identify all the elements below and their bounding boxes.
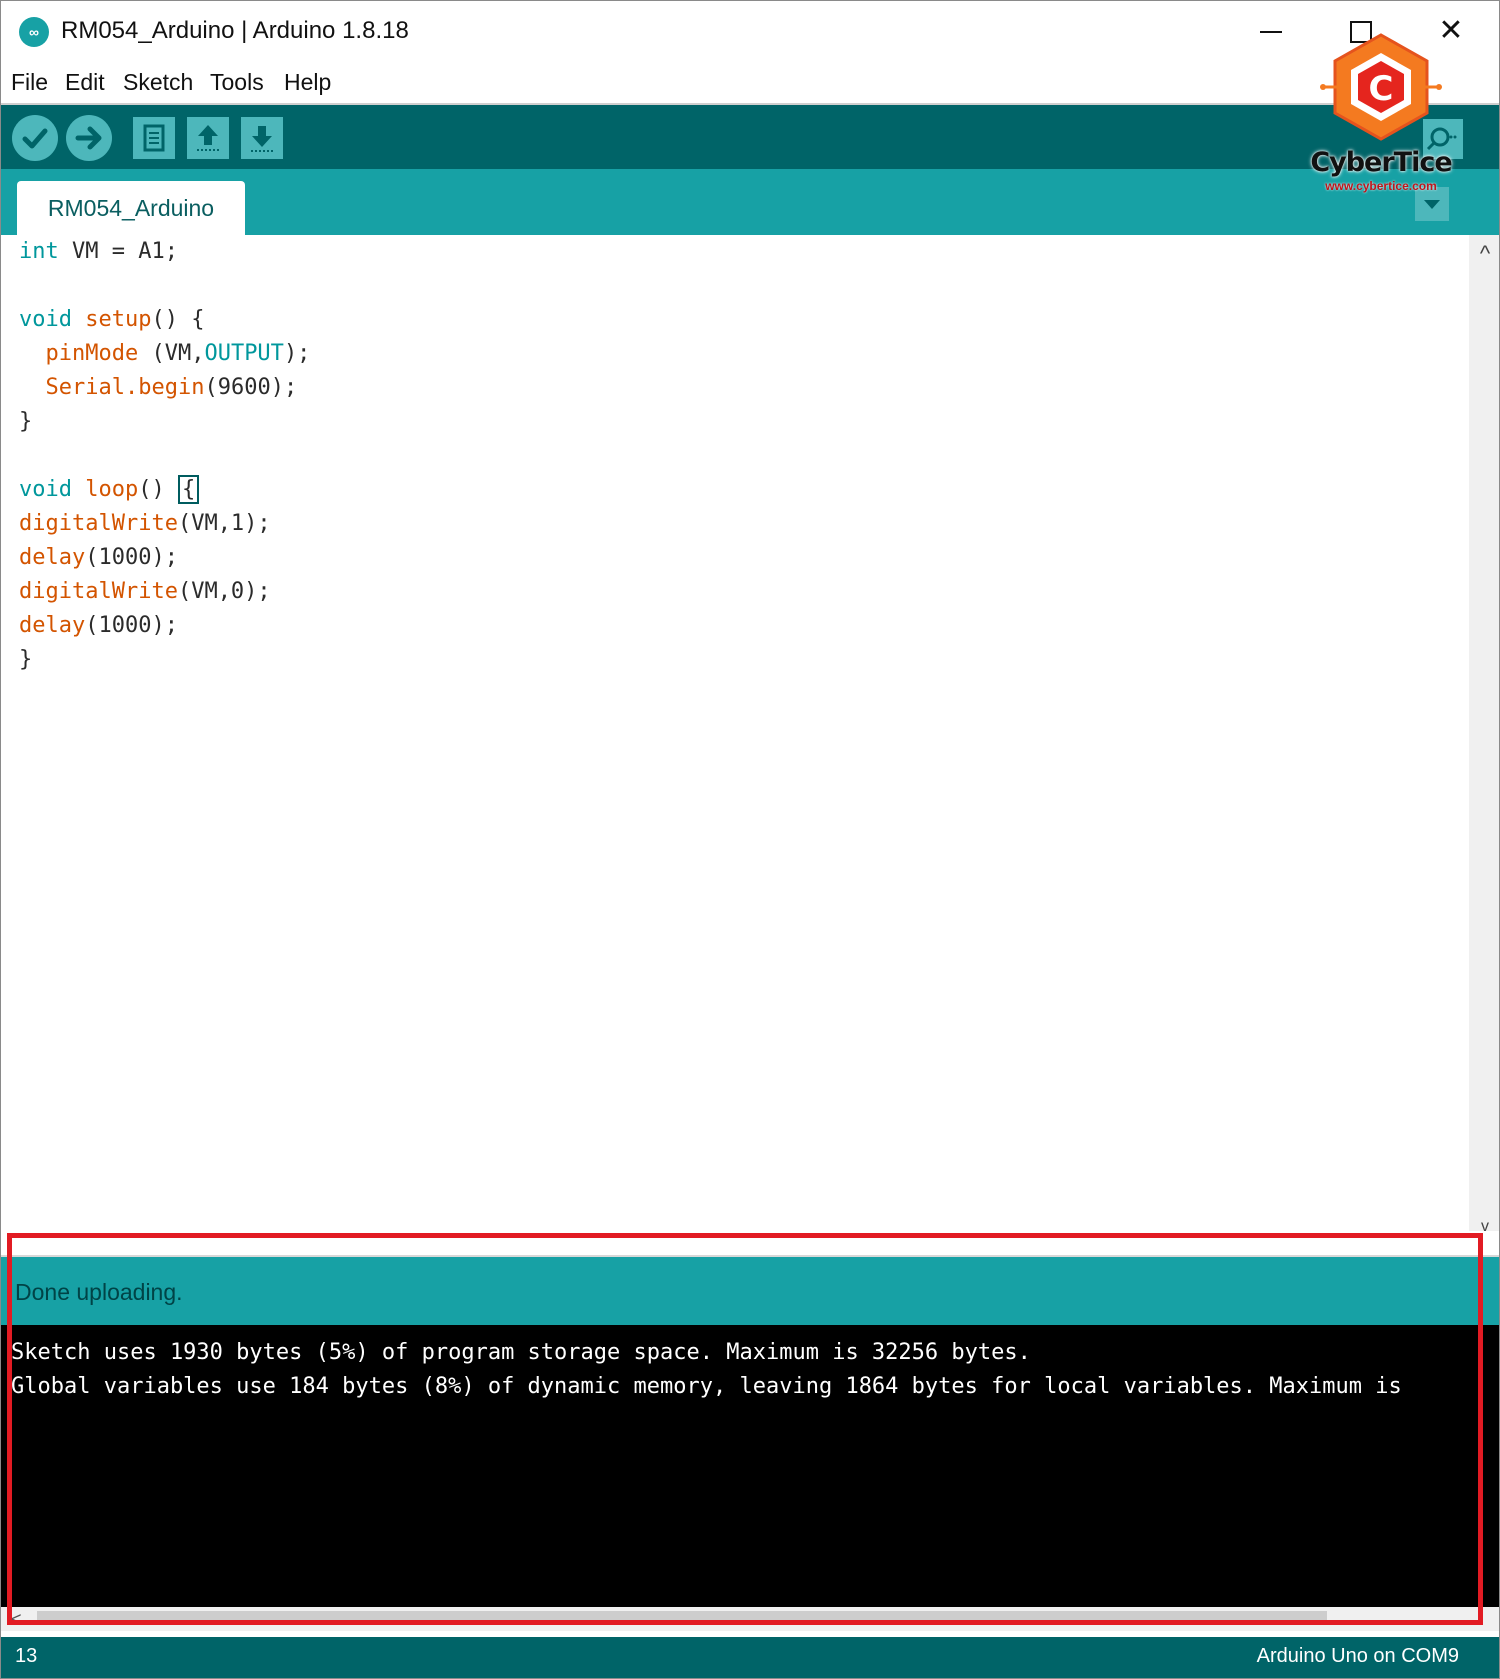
code-line: void loop() {	[19, 473, 200, 507]
code-line: delay(1000);	[19, 609, 178, 643]
menu-help[interactable]: Help	[284, 69, 331, 96]
menu-bar: File Edit Sketch Tools Help	[1, 61, 1499, 105]
window-title: RM054_Arduino | Arduino 1.8.18	[61, 17, 409, 44]
upload-button[interactable]	[66, 115, 112, 161]
code-text: (1000);	[85, 545, 178, 570]
code-text: }	[19, 409, 33, 434]
code-function: loop	[85, 477, 139, 502]
code-line: }	[19, 405, 32, 439]
code-line: digitalWrite(VM,0);	[19, 575, 271, 609]
code-text: () {	[151, 307, 205, 332]
board-port-info: Arduino Uno on COM9	[1256, 1645, 1459, 1667]
scroll-up-icon[interactable]: ^	[1469, 239, 1499, 269]
minimize-icon	[1260, 31, 1282, 34]
footer-bar: 13 Arduino Uno on COM9	[1, 1637, 1499, 1678]
code-line: void setup() {	[19, 303, 204, 337]
code-text: .	[124, 375, 139, 400]
tab-bar: RM054_Arduino	[1, 169, 1499, 235]
editor-vertical-scrollbar[interactable]	[1469, 235, 1499, 1231]
new-icon	[143, 124, 165, 152]
code-function: delay	[19, 613, 86, 638]
svg-text:C: C	[1369, 69, 1394, 109]
code-function: pinMode	[45, 341, 139, 366]
line-number: 13	[15, 1645, 38, 1667]
code-function: digitalWrite	[19, 511, 178, 536]
code-line: delay(1000);	[19, 541, 178, 575]
highlight-box	[7, 1233, 1483, 1625]
text-cursor: {	[177, 475, 200, 504]
code-keyword: void	[19, 307, 72, 332]
code-text: );	[283, 341, 311, 366]
menu-tools[interactable]: Tools	[210, 69, 264, 96]
code-line: digitalWrite(VM,1);	[19, 507, 271, 541]
code-text: VM = A1;	[58, 239, 178, 264]
open-sketch-button[interactable]	[187, 117, 229, 159]
arduino-ide-window: ∞ RM054_Arduino | Arduino 1.8.18 ✕ File …	[0, 0, 1500, 1679]
code-text: (1000);	[85, 613, 178, 638]
title-bar: ∞ RM054_Arduino | Arduino 1.8.18 ✕	[1, 1, 1499, 61]
toolbar	[1, 105, 1499, 169]
logo-name: CyberTice	[1310, 147, 1452, 178]
menu-file[interactable]: File	[11, 69, 48, 96]
code-keyword: void	[19, 477, 72, 502]
code-keyword: OUTPUT	[204, 341, 284, 366]
code-keyword: int	[19, 239, 59, 264]
upload-icon	[75, 126, 102, 150]
minimize-button[interactable]	[1246, 11, 1296, 51]
code-text: }	[19, 647, 33, 672]
code-text: (VM,1);	[177, 511, 271, 536]
tab-sketch[interactable]: RM054_Arduino	[17, 181, 245, 235]
cybertice-emblem-icon: C	[1320, 33, 1442, 141]
save-icon	[251, 126, 273, 152]
code-function: begin	[138, 375, 205, 400]
menu-edit[interactable]: Edit	[65, 69, 105, 96]
code-line: pinMode (VM,OUTPUT);	[19, 337, 311, 371]
menu-sketch[interactable]: Sketch	[123, 69, 193, 96]
code-text: (9600);	[204, 375, 298, 400]
code-line: }	[19, 643, 32, 677]
code-text: (VM,	[138, 341, 205, 366]
new-sketch-button[interactable]	[133, 117, 175, 159]
code-text: (VM,0);	[177, 579, 271, 604]
open-icon	[197, 125, 219, 151]
code-editor[interactable]: int VM = A1; void setup() { pinMode (VM,…	[1, 235, 1469, 1231]
code-line: int VM = A1;	[19, 235, 178, 269]
code-function: Serial	[45, 375, 125, 400]
code-function: delay	[19, 545, 86, 570]
save-sketch-button[interactable]	[241, 117, 283, 159]
code-text: ()	[138, 477, 178, 502]
verify-icon	[22, 128, 48, 149]
code-function: setup	[85, 307, 152, 332]
arduino-logo-icon: ∞	[19, 17, 49, 47]
code-line: Serial.begin(9600);	[19, 371, 298, 405]
verify-button[interactable]	[12, 115, 58, 161]
code-function: digitalWrite	[19, 579, 178, 604]
cybertice-logo: C CyberTice www.cybertice.com	[1301, 31, 1461, 201]
logo-url: www.cybertice.com	[1325, 179, 1437, 193]
